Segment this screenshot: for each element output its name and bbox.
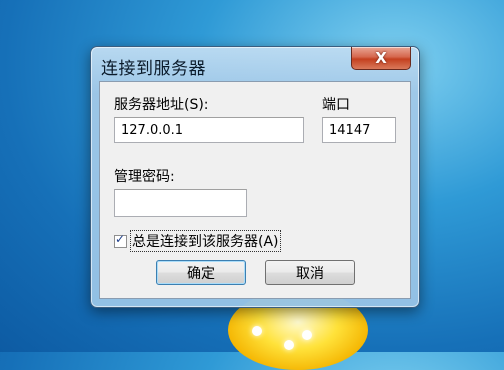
connect-dialog: 连接到服务器 X 服务器地址(S): 端口 管理密码: ✓ 总是连接到该服务器(…	[90, 46, 420, 308]
port-label: 端口	[322, 97, 350, 113]
server-address-input[interactable]	[114, 117, 304, 143]
dialog-title: 连接到服务器	[101, 59, 206, 79]
port-input[interactable]	[322, 117, 396, 143]
close-icon: X	[375, 49, 387, 67]
ok-button[interactable]: 确定	[156, 260, 246, 285]
dialog-body: 服务器地址(S): 端口 管理密码: ✓ 总是连接到该服务器(A) 确定 取消	[99, 81, 411, 299]
wallpaper-sparkle	[302, 330, 312, 340]
password-input[interactable]	[114, 189, 247, 217]
close-button[interactable]: X	[351, 47, 411, 70]
always-connect-option[interactable]: ✓ 总是连接到该服务器(A)	[114, 230, 281, 252]
always-connect-label[interactable]: 总是连接到该服务器(A)	[130, 230, 281, 252]
always-connect-checkbox[interactable]: ✓	[114, 231, 127, 248]
wallpaper-sparkle	[252, 326, 262, 336]
cancel-button[interactable]: 取消	[265, 260, 355, 285]
server-address-label: 服务器地址(S):	[114, 97, 209, 113]
password-label: 管理密码:	[114, 169, 175, 185]
wallpaper-sparkle	[284, 340, 294, 350]
checkmark-icon: ✓	[115, 231, 126, 246]
